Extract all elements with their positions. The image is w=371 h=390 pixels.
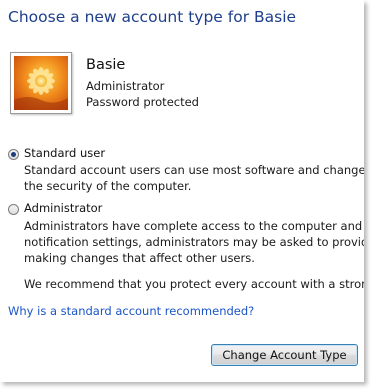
standard-user-label[interactable]: Standard user bbox=[24, 146, 105, 160]
standard-user-description-line: the security of the computer. bbox=[24, 179, 192, 193]
account-status: Password protected bbox=[86, 95, 199, 109]
standard-account-help-link[interactable]: Why is a standard account recommended? bbox=[8, 304, 254, 318]
standard-user-description-line: Standard account users can use most soft… bbox=[24, 163, 364, 177]
change-account-type-button[interactable]: Change Account Type bbox=[211, 344, 358, 366]
account-type: Administrator bbox=[86, 79, 165, 93]
page-title: Choose a new account type for Basie bbox=[8, 8, 297, 26]
administrator-description-line: Administrators have complete access to t… bbox=[24, 219, 364, 233]
administrator-radio[interactable] bbox=[8, 204, 19, 215]
account-name: Basie bbox=[86, 57, 126, 73]
administrator-description-line: making changes that affect other users. bbox=[24, 251, 255, 265]
administrator-description-line: notification settings, administrators ma… bbox=[24, 235, 364, 249]
change-account-type-window: Choose a new account type for Basie Basi… bbox=[0, 0, 364, 382]
standard-user-radio[interactable] bbox=[8, 149, 19, 160]
avatar bbox=[10, 52, 72, 114]
flower-avatar-icon bbox=[14, 56, 68, 110]
radio-selected-dot bbox=[11, 152, 16, 157]
recommendation-text: We recommend that you protect every acco… bbox=[24, 277, 364, 291]
administrator-label[interactable]: Administrator bbox=[24, 201, 102, 215]
